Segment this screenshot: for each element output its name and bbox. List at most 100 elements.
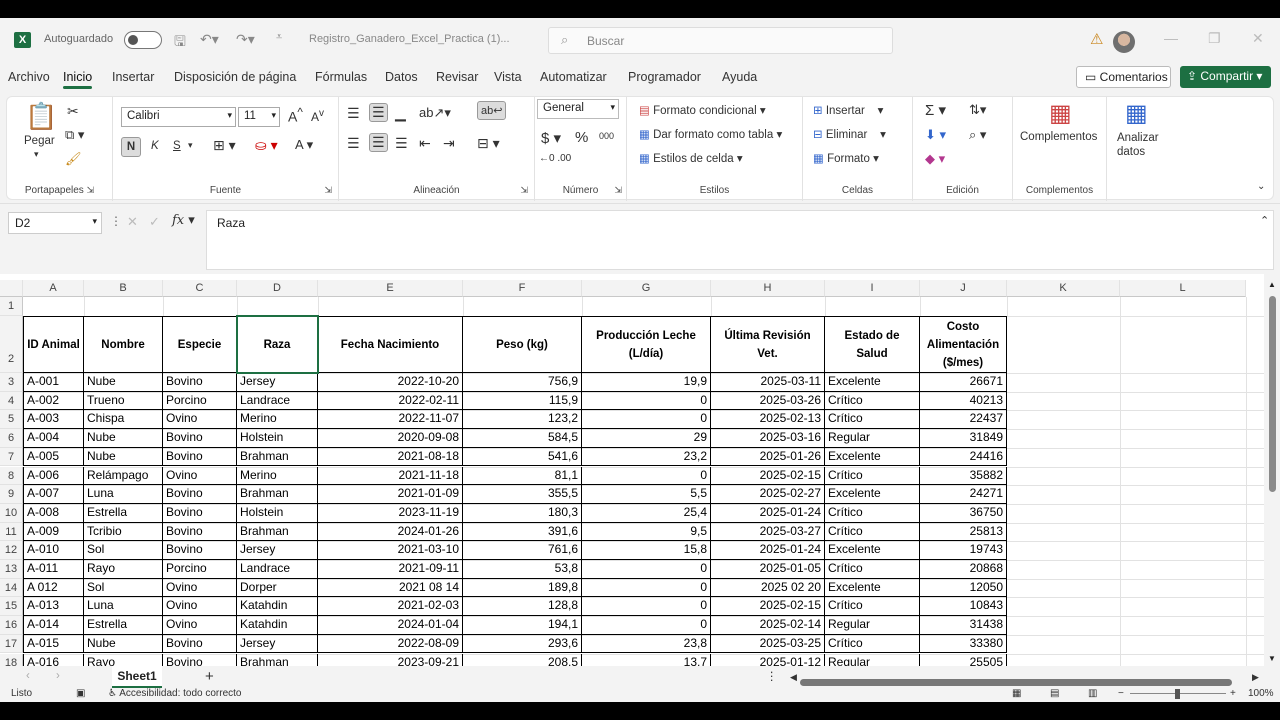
comments-button[interactable]: ▭ Comentarios bbox=[1076, 66, 1171, 88]
table-cell[interactable]: 2025-02-15 bbox=[711, 466, 825, 486]
table-cell[interactable]: 2024-01-04 bbox=[318, 616, 463, 635]
table-header-cell[interactable]: ID Animal bbox=[23, 316, 84, 373]
minimize-icon[interactable]: — bbox=[1164, 30, 1178, 46]
table-cell[interactable]: Katahdin bbox=[237, 616, 318, 635]
italic-button[interactable]: K bbox=[151, 140, 159, 152]
scroll-right-icon[interactable]: ▶ bbox=[1252, 672, 1259, 683]
table-cell[interactable]: 2021-02-03 bbox=[318, 597, 463, 617]
table-cell[interactable]: Crítico bbox=[825, 466, 920, 486]
table-cell[interactable]: 2025-01-24 bbox=[711, 541, 825, 560]
find-select-icon[interactable]: ⌕ ▾ bbox=[969, 127, 986, 143]
autosave-toggle[interactable] bbox=[124, 31, 162, 49]
row-header[interactable]: 15 bbox=[0, 597, 23, 617]
table-cell[interactable]: 2021-08-18 bbox=[318, 447, 463, 467]
table-cell[interactable]: Luna bbox=[84, 485, 163, 504]
table-cell[interactable]: 19,9 bbox=[582, 373, 711, 392]
split-handle-icon[interactable]: ⋮ bbox=[766, 669, 778, 683]
table-cell[interactable]: 391,6 bbox=[463, 522, 582, 542]
table-cell[interactable]: 26671 bbox=[920, 373, 1007, 392]
format-as-table-button[interactable]: ▦ Dar formato como tabla ▾ bbox=[639, 127, 782, 141]
table-cell[interactable]: Chispa bbox=[84, 410, 163, 430]
table-cell[interactable]: 24271 bbox=[920, 485, 1007, 504]
table-cell[interactable]: Regular bbox=[825, 429, 920, 448]
scroll-up-icon[interactable]: ▲ bbox=[1268, 280, 1276, 289]
table-cell[interactable]: 2021-11-18 bbox=[318, 466, 463, 486]
table-cell[interactable]: Regular bbox=[825, 616, 920, 635]
table-cell[interactable]: 2024-01-26 bbox=[318, 522, 463, 542]
align-center-icon[interactable]: ☰ bbox=[369, 133, 388, 152]
table-cell[interactable]: Tcribio bbox=[84, 522, 163, 542]
clear-icon[interactable]: ◆ ▾ bbox=[925, 151, 945, 167]
table-cell[interactable]: 35882 bbox=[920, 466, 1007, 486]
search-box[interactable]: ⌕ Buscar bbox=[548, 27, 893, 54]
paste-icon[interactable]: 📋 bbox=[25, 101, 57, 132]
font-color-icon[interactable]: A ▾ bbox=[295, 137, 313, 153]
autosum-icon[interactable]: Σ ▾ bbox=[925, 101, 946, 119]
table-cell[interactable]: Brahman bbox=[237, 485, 318, 504]
table-cell[interactable]: Bovino bbox=[163, 541, 237, 560]
table-cell[interactable]: 53,8 bbox=[463, 560, 582, 579]
prev-sheet-icon[interactable]: ‹ bbox=[26, 670, 30, 682]
table-cell[interactable]: 13,7 bbox=[582, 653, 711, 666]
table-cell[interactable]: A-001 bbox=[23, 373, 84, 392]
font-size-select[interactable]: 11 ▾ bbox=[238, 107, 280, 127]
row-header[interactable]: 16 bbox=[0, 616, 23, 635]
currency-icon[interactable]: $ ▾ bbox=[541, 129, 561, 147]
table-cell[interactable]: 5,5 bbox=[582, 485, 711, 504]
table-cell[interactable]: Merino bbox=[237, 466, 318, 486]
table-cell[interactable]: Porcino bbox=[163, 391, 237, 411]
table-cell[interactable]: Excelente bbox=[825, 541, 920, 560]
table-cell[interactable]: 2025-01-12 bbox=[711, 653, 825, 666]
align-bottom-icon[interactable]: ▁ bbox=[395, 105, 406, 122]
table-cell[interactable]: 2025-02-14 bbox=[711, 616, 825, 635]
table-cell[interactable]: 23,2 bbox=[582, 447, 711, 467]
table-cell[interactable]: Crítico bbox=[825, 410, 920, 430]
column-header[interactable]: L bbox=[1120, 280, 1246, 297]
table-cell[interactable]: 128,8 bbox=[463, 597, 582, 617]
table-cell[interactable]: 541,6 bbox=[463, 447, 582, 467]
column-header[interactable]: A bbox=[23, 280, 84, 297]
table-cell[interactable]: Porcino bbox=[163, 560, 237, 579]
table-header-cell[interactable]: Estado de Salud bbox=[825, 316, 920, 373]
column-header[interactable]: H bbox=[711, 280, 825, 297]
table-cell[interactable]: Brahman bbox=[237, 447, 318, 467]
share-button[interactable]: ⇪ Compartir ▾ bbox=[1180, 66, 1271, 88]
column-header[interactable]: B bbox=[84, 280, 163, 297]
table-cell[interactable]: Nube bbox=[84, 634, 163, 654]
table-cell[interactable]: 31849 bbox=[920, 429, 1007, 448]
tab-vista[interactable]: Vista bbox=[494, 70, 522, 84]
table-cell[interactable]: 40213 bbox=[920, 391, 1007, 411]
table-cell[interactable]: Jersey bbox=[237, 373, 318, 392]
document-title[interactable]: Registro_Ganadero_Excel_Practica (1)... bbox=[309, 33, 510, 45]
table-cell[interactable]: Jersey bbox=[237, 541, 318, 560]
macro-record-icon[interactable]: ▣ bbox=[76, 688, 85, 699]
increase-decimal-icon[interactable]: ←0 .00 bbox=[539, 153, 571, 164]
table-cell[interactable]: 2021-03-10 bbox=[318, 541, 463, 560]
table-cell[interactable]: 0 bbox=[582, 578, 711, 598]
sort-filter-icon[interactable]: ⇅▾ bbox=[969, 102, 986, 118]
table-cell[interactable]: A-010 bbox=[23, 541, 84, 560]
cancel-icon[interactable]: ✕ bbox=[127, 214, 138, 230]
table-cell[interactable]: Nube bbox=[84, 447, 163, 467]
table-cell[interactable]: 2025-03-16 bbox=[711, 429, 825, 448]
table-cell[interactable]: Bovino bbox=[163, 634, 237, 654]
accessibility-button[interactable]: ♿ Accesibilidad: todo correcto bbox=[108, 688, 242, 699]
row-header[interactable]: 3 bbox=[0, 373, 23, 392]
table-cell[interactable]: Holstein bbox=[237, 429, 318, 448]
row-header[interactable]: 17 bbox=[0, 634, 23, 654]
table-cell[interactable]: Bovino bbox=[163, 429, 237, 448]
table-cell[interactable]: Bovino bbox=[163, 653, 237, 666]
row-header[interactable]: 11 bbox=[0, 522, 23, 542]
cut-icon[interactable]: ✂ bbox=[67, 103, 79, 120]
table-cell[interactable]: 2021 08 14 bbox=[318, 578, 463, 598]
decrease-indent-icon[interactable]: ⇤ bbox=[419, 135, 431, 152]
table-cell[interactable]: Luna bbox=[84, 597, 163, 617]
table-header-cell[interactable]: Peso (kg) bbox=[463, 316, 582, 373]
table-cell[interactable]: 293,6 bbox=[463, 634, 582, 654]
table-header-cell[interactable]: Costo Alimentación ($/mes) bbox=[920, 316, 1007, 373]
tab-archivo[interactable]: Archivo bbox=[8, 70, 50, 84]
conditional-format-button[interactable]: ▤ Formato condicional ▾ bbox=[639, 103, 766, 117]
row-header[interactable]: 14 bbox=[0, 578, 23, 598]
row-header[interactable]: 5 bbox=[0, 410, 23, 430]
table-cell[interactable]: A-016 bbox=[23, 653, 84, 666]
